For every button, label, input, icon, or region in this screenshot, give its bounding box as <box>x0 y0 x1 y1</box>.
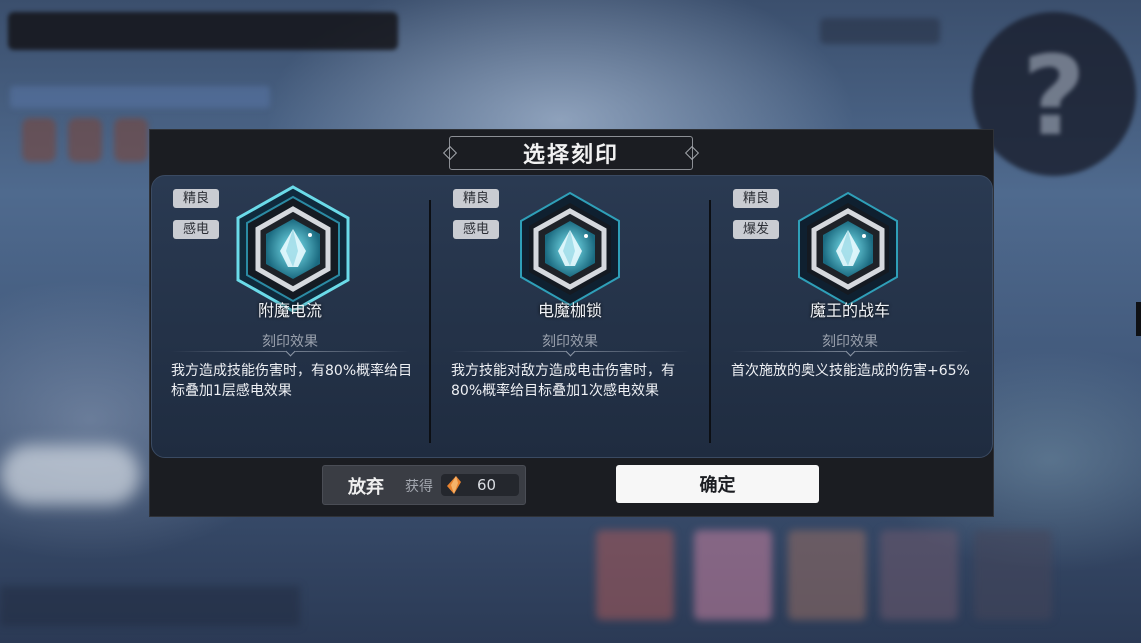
gain-label: 获得 <box>405 479 433 495</box>
background-character-card <box>596 530 674 620</box>
imprint-name: 电魔枷锁 <box>537 301 602 320</box>
background-avatar <box>22 118 56 162</box>
crystal-hexagon-emblem-icon <box>520 191 620 307</box>
dialog-title-frame: 选择刻印 <box>442 136 700 170</box>
imprint-card-1[interactable]: 精良 感电 附魔电流 刻印效果 我方造成技能伤害时，有80%概率给目标叠加1层感… <box>151 175 429 456</box>
effect-divider <box>451 346 689 357</box>
orange-crystal-icon <box>447 476 461 494</box>
abandon-button[interactable]: 放弃 获得 60 <box>322 465 526 505</box>
background-status-strip <box>10 86 270 108</box>
reward-amount: 60 <box>477 476 497 494</box>
background-top-right-widget <box>820 18 940 44</box>
element-tag: 爆发 <box>733 220 779 239</box>
background-help-circle: ? <box>972 12 1136 176</box>
confirm-button[interactable]: 确定 <box>616 465 819 503</box>
crystal-hexagon-emblem-icon <box>798 191 898 307</box>
element-tag: 感电 <box>173 220 219 239</box>
rarity-tag: 精良 <box>733 189 779 208</box>
background-character-card <box>974 530 1052 620</box>
background-avatar <box>68 118 102 162</box>
imprint-description: 我方技能对敌方造成电击伤害时，有80%概率给目标叠加1次感电效果 <box>451 363 675 399</box>
background-avatar <box>114 118 148 162</box>
effect-divider <box>731 346 969 357</box>
imprint-description: 首次施放的奥义技能造成的伤害+65% <box>731 363 970 379</box>
imprint-card-3[interactable]: 精良 爆发 魔王的战车 刻印效果 首次施放的奥义技能造成的伤害+65% <box>711 175 989 456</box>
reward-box: 60 <box>441 474 519 496</box>
rarity-tag: 精良 <box>453 189 499 208</box>
imprint-card-2[interactable]: 精良 感电 电魔枷锁 刻印效果 我方技能对敌方造成电击伤害时，有80%概率给目标… <box>431 175 709 456</box>
abandon-label: 放弃 <box>348 477 384 498</box>
side-tab[interactable] <box>1136 302 1141 336</box>
dialog-title: 选择刻印 <box>522 143 619 168</box>
background-character-card <box>788 530 866 620</box>
effect-divider <box>171 346 409 357</box>
background-character-card <box>880 530 958 620</box>
imprint-name: 附魔电流 <box>257 301 322 320</box>
imprint-description: 我方造成技能伤害时，有80%概率给目标叠加1层感电效果 <box>171 363 413 399</box>
imprint-name: 魔王的战车 <box>809 301 890 320</box>
element-tag: 感电 <box>453 220 499 239</box>
background-cloud <box>0 445 140 505</box>
background-character-card <box>694 530 772 620</box>
background-bottom-bar <box>0 586 300 626</box>
background-top-bar <box>8 12 398 50</box>
crystal-hexagon-emblem-icon <box>236 185 350 313</box>
rarity-tag: 精良 <box>173 189 219 208</box>
